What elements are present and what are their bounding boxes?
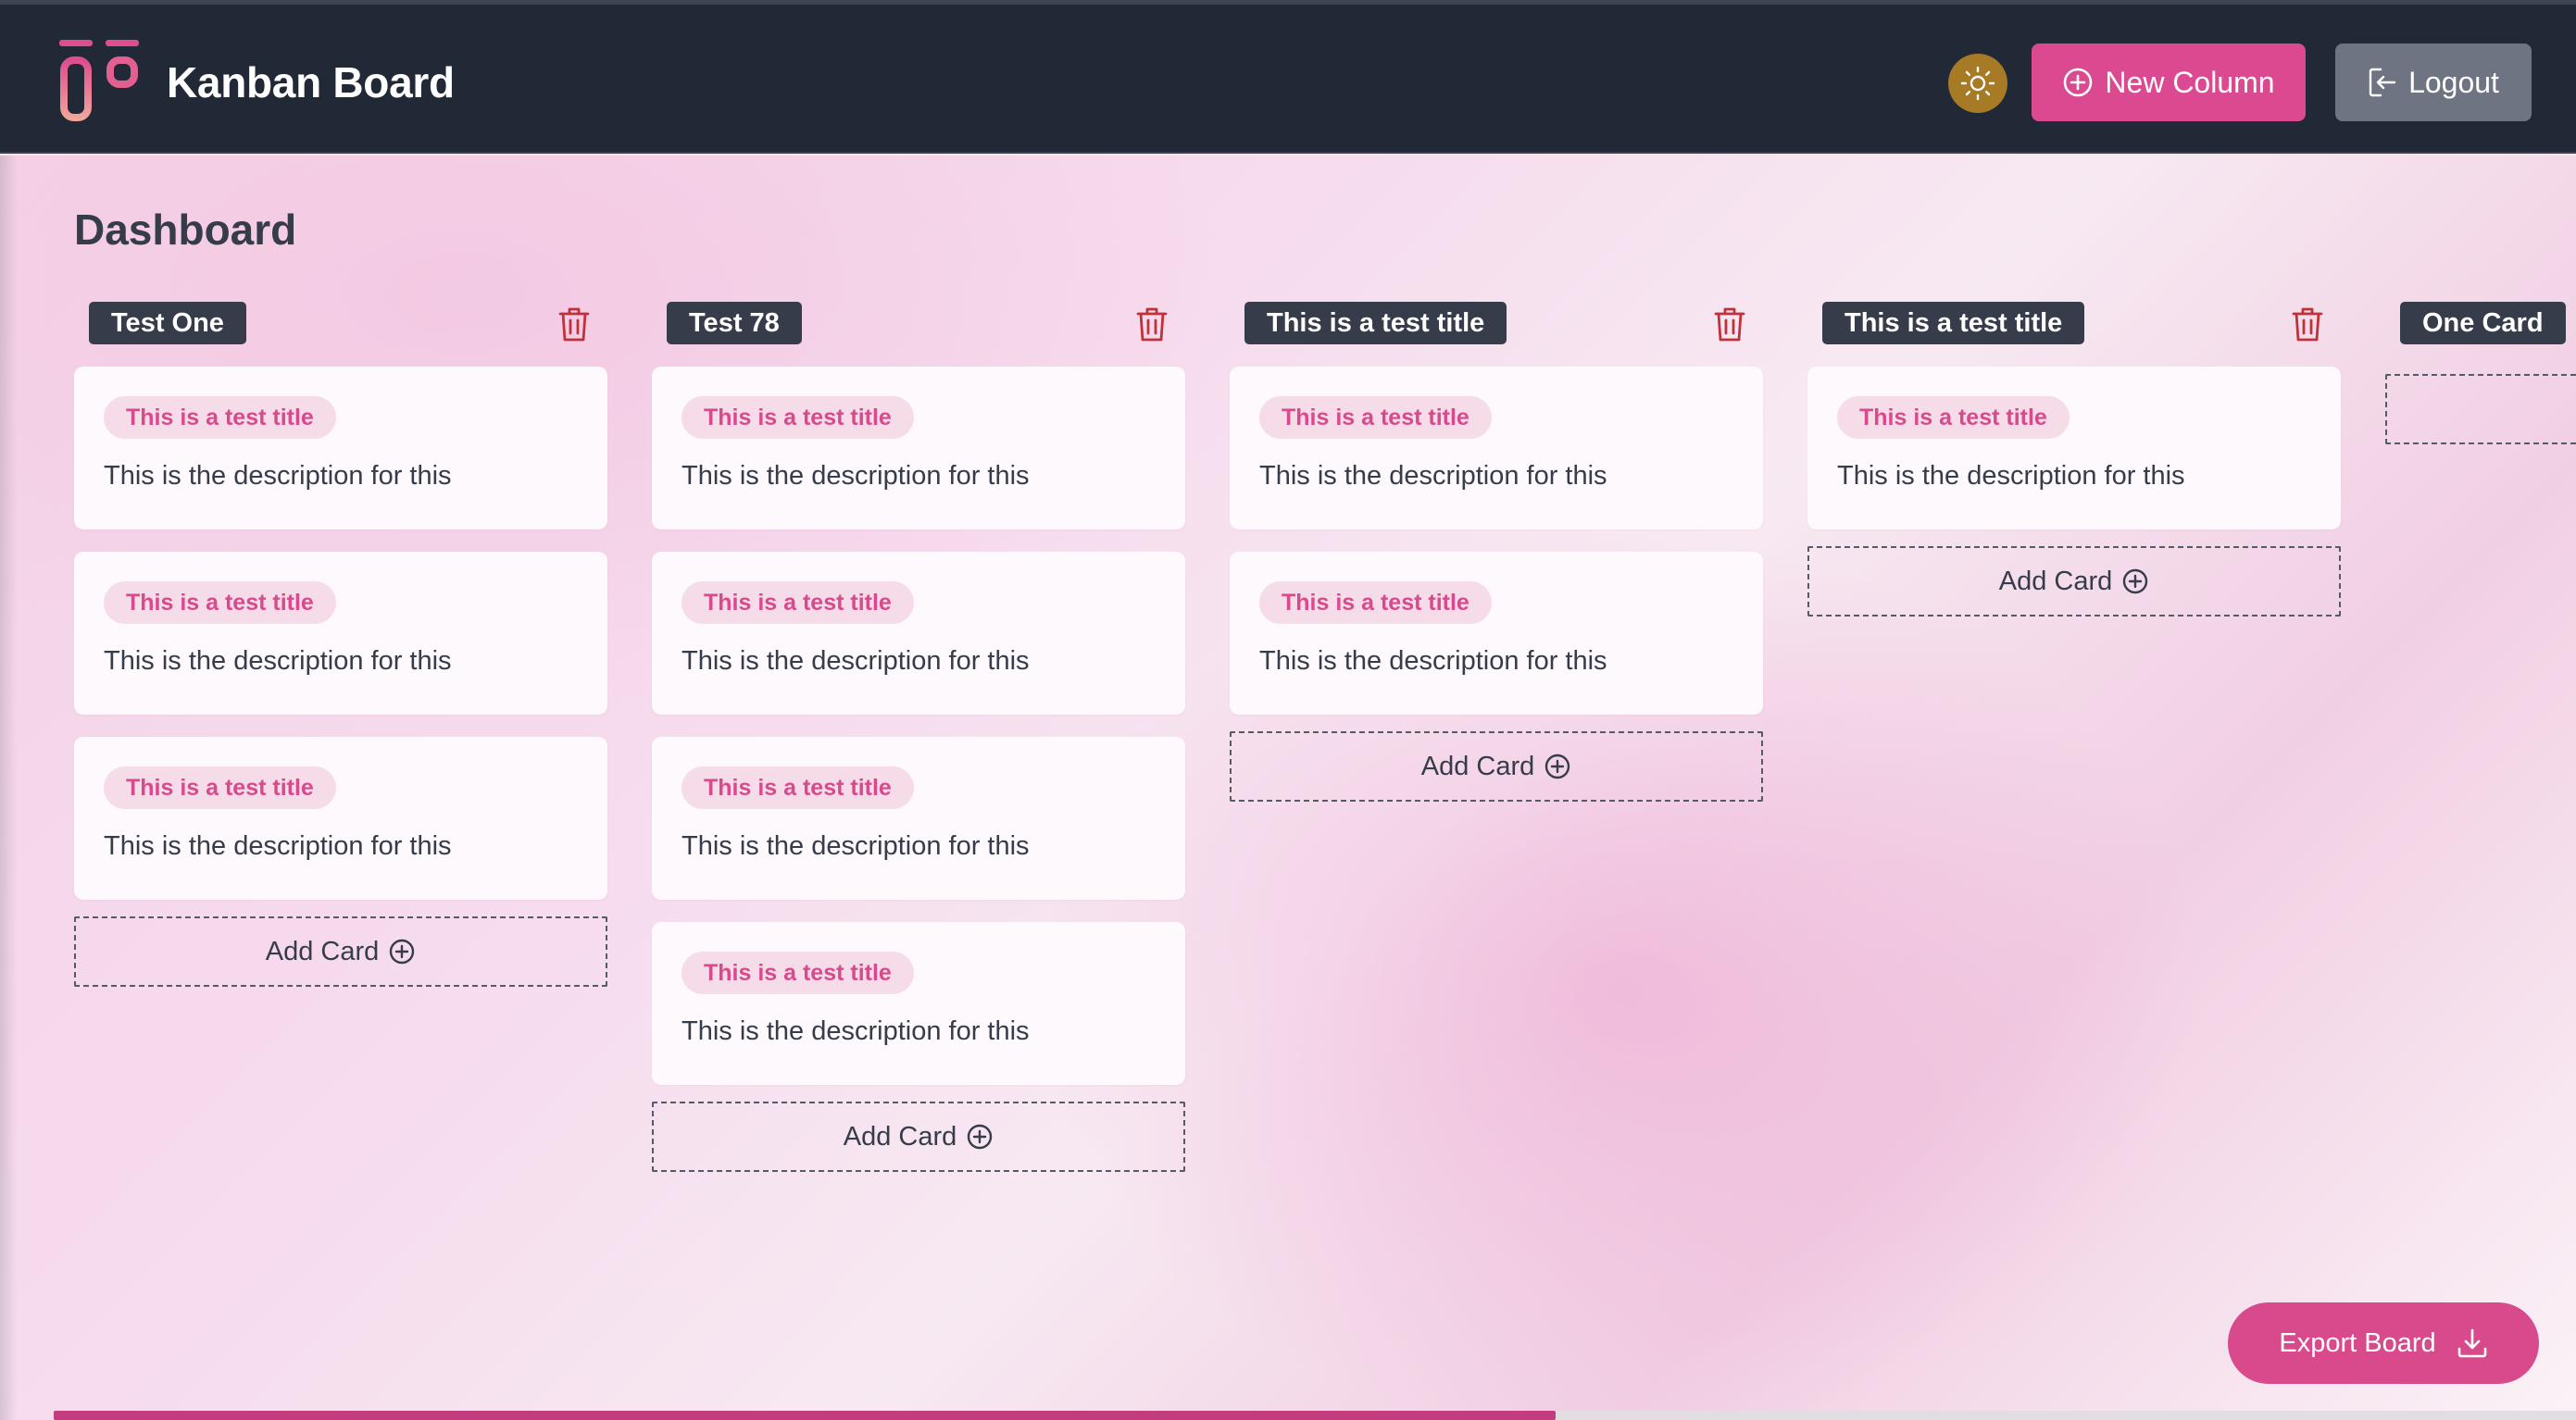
column-one-card: One Card [2385, 302, 2576, 444]
column-title[interactable]: This is a test title [1244, 302, 1507, 344]
horizontal-scrollbar-thumb[interactable] [54, 1411, 1556, 1420]
column-title[interactable]: Test One [89, 302, 246, 344]
card-description: This is the description for this [682, 461, 1030, 491]
add-card-button[interactable]: Add Card [74, 916, 607, 987]
column-test-title-a: This is a test title This is a test titl… [1230, 302, 1763, 802]
card-title-tag: This is a test title [682, 952, 914, 994]
column-test-one: Test One This is a test title This is th… [74, 302, 607, 987]
column-header: Test 78 [652, 302, 1185, 346]
plus-circle-icon [966, 1123, 994, 1151]
column-test-78: Test 78 This is a test title This is the… [652, 302, 1185, 1172]
column-title[interactable]: One Card [2400, 302, 2566, 344]
add-card-label: Add Card [843, 1121, 957, 1152]
trash-icon[interactable] [557, 305, 591, 343]
card-description: This is the description for this [104, 831, 452, 861]
app-title: Kanban Board [167, 58, 455, 106]
plus-circle-icon [388, 938, 416, 965]
card-title-tag: This is a test title [104, 766, 336, 809]
card-title-tag: This is a test title [1259, 396, 1492, 439]
download-icon [2457, 1327, 2488, 1359]
card-description: This is the description for this [682, 646, 1030, 676]
column-header: Test One [74, 302, 607, 346]
board-area: Dashboard Test One This is a test title … [0, 156, 2576, 1420]
app-header: Kanban Board New Column Logout [0, 5, 2576, 154]
task-card[interactable]: This is a test title This is the descrip… [1230, 367, 1763, 529]
plus-circle-icon [2121, 567, 2149, 595]
card-title-tag: This is a test title [682, 396, 914, 439]
task-card[interactable]: This is a test title This is the descrip… [74, 552, 607, 715]
card-title-tag: This is a test title [104, 581, 336, 624]
card-description: This is the description for this [1259, 461, 1607, 491]
page-title: Dashboard [74, 206, 297, 254]
theme-toggle-button[interactable] [1948, 54, 2007, 113]
plus-circle-icon [1544, 753, 1571, 780]
column-header: This is a test title [1230, 302, 1763, 346]
add-card-button[interactable]: Add Card [1230, 731, 1763, 802]
add-card-label: Add Card [265, 936, 380, 966]
card-title-tag: This is a test title [682, 766, 914, 809]
task-card[interactable]: This is a test title This is the descrip… [652, 552, 1185, 715]
task-card[interactable]: This is a test title This is the descrip… [1807, 367, 2341, 529]
column-title[interactable]: Test 78 [667, 302, 802, 344]
task-card[interactable]: This is a test title This is the descrip… [652, 367, 1185, 529]
card-description: This is the description for this [1837, 461, 2185, 491]
trash-icon[interactable] [1713, 305, 1746, 343]
plus-circle-icon [2062, 67, 2094, 98]
logout-button[interactable]: Logout [2335, 44, 2532, 121]
trash-icon[interactable] [1135, 305, 1169, 343]
card-description: This is the description for this [104, 461, 452, 491]
add-card-button[interactable] [2385, 374, 2576, 444]
column-header: This is a test title [1807, 302, 2341, 346]
card-description: This is the description for this [682, 831, 1030, 861]
logout-label: Logout [2408, 65, 2499, 99]
sun-icon [1959, 65, 1996, 102]
export-board-label: Export Board [2279, 1327, 2436, 1358]
card-title-tag: This is a test title [1259, 581, 1492, 624]
task-card[interactable]: This is a test title This is the descrip… [652, 737, 1185, 900]
task-card[interactable]: This is a test title This is the descrip… [1230, 552, 1763, 715]
logout-icon [2368, 67, 2397, 98]
kanban-logo-icon [57, 38, 141, 123]
card-title-tag: This is a test title [104, 396, 336, 439]
window-edge-shadow [0, 156, 17, 1420]
card-description: This is the description for this [1259, 646, 1607, 676]
add-card-button[interactable]: Add Card [1807, 546, 2341, 617]
task-card[interactable]: This is a test title This is the descrip… [652, 922, 1185, 1085]
add-card-label: Add Card [1998, 566, 2113, 596]
add-card-button[interactable]: Add Card [652, 1102, 1185, 1172]
card-description: This is the description for this [682, 1016, 1030, 1046]
column-title[interactable]: This is a test title [1822, 302, 2085, 344]
add-card-label: Add Card [1420, 751, 1535, 781]
column-test-title-b: This is a test title This is a test titl… [1807, 302, 2341, 617]
task-card[interactable]: This is a test title This is the descrip… [74, 367, 607, 529]
new-column-label: New Column [2105, 65, 2275, 99]
card-title-tag: This is a test title [1837, 396, 2070, 439]
task-card[interactable]: This is a test title This is the descrip… [74, 737, 607, 900]
export-board-button[interactable]: Export Board [2228, 1302, 2539, 1384]
column-header: One Card [2385, 302, 2576, 346]
trash-icon[interactable] [2291, 305, 2324, 343]
card-description: This is the description for this [104, 646, 452, 676]
card-title-tag: This is a test title [682, 581, 914, 624]
new-column-button[interactable]: New Column [2032, 44, 2306, 121]
